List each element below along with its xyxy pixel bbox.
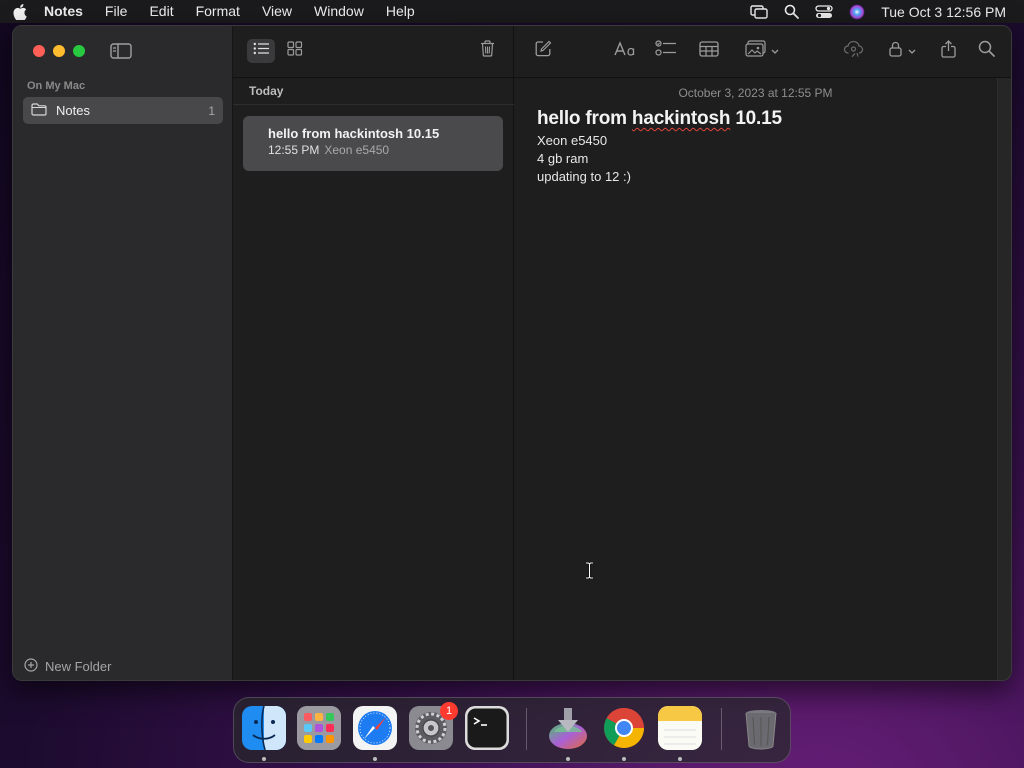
notes-window: On My Mac Notes 1 New Folder Today hello… bbox=[12, 25, 1012, 681]
screen-mirroring-icon[interactable] bbox=[750, 4, 768, 19]
menu-help[interactable]: Help bbox=[375, 0, 426, 23]
spotlight-search-icon[interactable] bbox=[784, 4, 800, 19]
note-content[interactable]: hello from hackintosh 10.15 Xeon e5450 4… bbox=[537, 108, 782, 184]
text-format-icon bbox=[614, 40, 636, 62]
running-indicator bbox=[678, 757, 682, 761]
search-button[interactable] bbox=[975, 39, 997, 63]
media-button[interactable] bbox=[740, 39, 784, 63]
plus-circle-icon bbox=[24, 658, 38, 675]
i-beam-cursor-icon bbox=[585, 561, 594, 584]
lock-note-button[interactable] bbox=[884, 39, 920, 63]
menu-file[interactable]: File bbox=[94, 0, 139, 23]
notes-list-pane: Today hello from hackintosh 10.15 12:55 … bbox=[233, 26, 514, 680]
folder-count: 1 bbox=[208, 103, 215, 118]
misspelled-word[interactable]: hackintosh bbox=[632, 108, 731, 129]
note-title-part: 10.15 bbox=[730, 108, 782, 129]
trash-icon bbox=[480, 40, 495, 62]
sidebar-toggle-icon[interactable] bbox=[110, 43, 132, 64]
note-item-preview: Xeon e5450 bbox=[324, 143, 390, 157]
table-icon bbox=[699, 40, 719, 62]
menu-view[interactable]: View bbox=[251, 0, 303, 23]
running-indicator bbox=[373, 757, 377, 761]
sidebar-item-label: Notes bbox=[56, 103, 90, 118]
collaborate-icon bbox=[843, 40, 865, 63]
zoom-button[interactable] bbox=[73, 45, 85, 57]
close-button[interactable] bbox=[33, 45, 45, 57]
note-date: October 3, 2023 at 12:55 PM bbox=[678, 86, 833, 100]
checklist-icon bbox=[655, 40, 677, 62]
chrome-icon[interactable] bbox=[602, 706, 646, 750]
note-item-time: 12:55 PM bbox=[268, 143, 320, 157]
note-title[interactable]: hello from hackintosh 10.15 bbox=[537, 108, 782, 130]
installer-icon[interactable] bbox=[546, 706, 590, 750]
trash-icon[interactable] bbox=[739, 706, 783, 750]
gallery-view-button[interactable] bbox=[281, 39, 309, 63]
control-center-icon[interactable] bbox=[815, 4, 833, 19]
siri-icon[interactable] bbox=[849, 4, 865, 20]
note-body[interactable]: October 3, 2023 at 12:55 PM hello from h… bbox=[514, 78, 997, 680]
note-item-meta: 12:55 PM Xeon e5450 bbox=[268, 143, 503, 157]
dock-separator bbox=[721, 708, 722, 750]
apple-menu-icon[interactable] bbox=[0, 3, 40, 20]
note-line: Xeon e5450 bbox=[537, 133, 608, 148]
terminal-icon[interactable] bbox=[465, 706, 509, 750]
grid-icon bbox=[287, 41, 303, 61]
running-indicator bbox=[262, 757, 266, 761]
minimize-button[interactable] bbox=[53, 45, 65, 57]
menu-format[interactable]: Format bbox=[185, 0, 251, 23]
table-button[interactable] bbox=[697, 39, 721, 63]
format-text-button[interactable] bbox=[613, 39, 637, 63]
window-controls bbox=[33, 45, 85, 57]
menu-bar: Notes File Edit Format View Window Help … bbox=[0, 0, 1024, 23]
launchpad-icon[interactable] bbox=[297, 706, 341, 750]
running-indicator bbox=[622, 757, 626, 761]
list-icon bbox=[253, 42, 270, 60]
notification-badge: 1 bbox=[440, 702, 458, 720]
list-section-today: Today bbox=[233, 78, 514, 105]
notes-icon[interactable] bbox=[658, 706, 702, 750]
new-folder-button[interactable]: New Folder bbox=[24, 658, 111, 675]
menu-app-name[interactable]: Notes bbox=[40, 0, 94, 23]
search-icon bbox=[978, 40, 995, 62]
editor-scrollbar[interactable] bbox=[997, 78, 1011, 680]
running-indicator bbox=[566, 757, 570, 761]
safari-icon[interactable] bbox=[353, 706, 397, 750]
editor-toolbar bbox=[514, 26, 1011, 78]
finder-icon[interactable] bbox=[242, 705, 286, 751]
dock bbox=[233, 697, 791, 763]
sidebar-item-notes[interactable]: Notes 1 bbox=[23, 97, 223, 124]
share-icon bbox=[940, 39, 956, 63]
note-line: 4 gb ram bbox=[537, 151, 589, 166]
lock-icon bbox=[888, 41, 902, 62]
new-folder-label: New Folder bbox=[45, 659, 112, 674]
menu-edit[interactable]: Edit bbox=[138, 0, 184, 23]
collaborate-button[interactable] bbox=[842, 39, 866, 63]
note-item-title: hello from hackintosh 10.15 bbox=[268, 126, 440, 141]
compose-icon bbox=[535, 40, 552, 62]
chevron-down-icon bbox=[908, 42, 916, 60]
list-item[interactable]: hello from hackintosh 10.15 12:55 PM Xeon… bbox=[243, 116, 503, 171]
dock-separator bbox=[526, 708, 527, 750]
folders-sidebar: On My Mac Notes 1 New Folder bbox=[13, 26, 233, 680]
folder-icon bbox=[31, 102, 47, 119]
photo-icon bbox=[745, 40, 767, 62]
share-button[interactable] bbox=[937, 39, 959, 63]
menu-window[interactable]: Window bbox=[303, 0, 375, 23]
list-toolbar bbox=[233, 26, 514, 78]
list-view-button[interactable] bbox=[247, 39, 275, 63]
new-note-button[interactable] bbox=[532, 39, 554, 63]
chevron-down-icon bbox=[771, 42, 779, 60]
note-title-part: hello from bbox=[537, 108, 632, 129]
menu-clock[interactable]: Tue Oct 3 12:56 PM bbox=[881, 4, 1006, 20]
sidebar-section-on-my-mac: On My Mac bbox=[27, 80, 86, 92]
checklist-button[interactable] bbox=[654, 39, 678, 63]
note-line: updating to 12 :) bbox=[537, 169, 631, 184]
delete-note-button[interactable] bbox=[473, 39, 501, 63]
